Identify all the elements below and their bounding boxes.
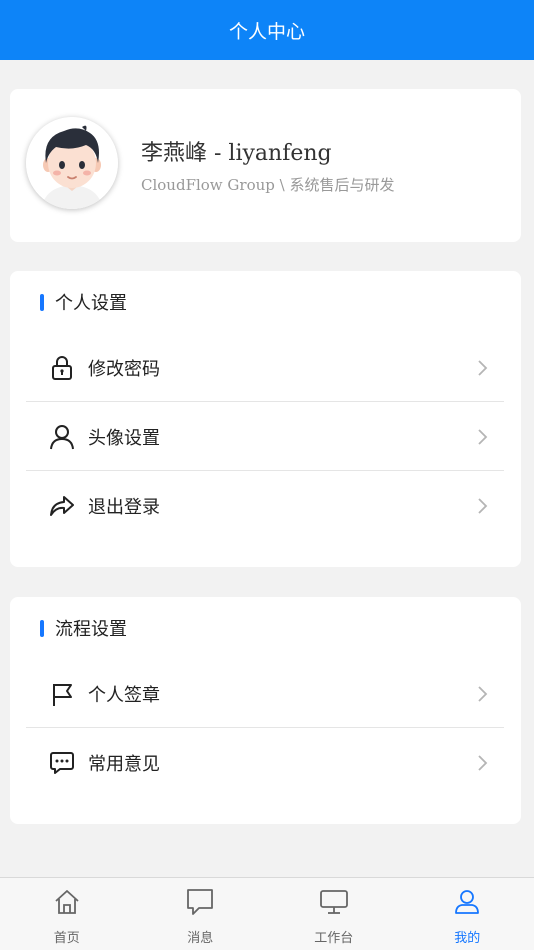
process-settings-card: 流程设置 个人签章 常用意见 <box>10 597 521 824</box>
share-forward-icon <box>48 492 76 520</box>
menu-item-change-password[interactable]: 修改密码 <box>26 334 504 402</box>
profile-card[interactable]: 李燕峰 - liyanfeng CloudFlow Group \ 系统售后与研… <box>10 89 521 242</box>
page-header: 个人中心 <box>0 0 534 60</box>
user-name: 李燕峰 - liyanfeng <box>141 141 332 166</box>
tab-messages[interactable]: 消息 <box>134 878 268 950</box>
tab-home[interactable]: 首页 <box>0 878 134 950</box>
chevron-right-icon <box>478 359 488 376</box>
bottom-tab-bar: 首页 消息 工作台 我的 <box>0 877 534 950</box>
user-organization: CloudFlow Group \ 系统售后与研发 <box>141 176 395 194</box>
chevron-right-icon <box>478 428 488 445</box>
menu-item-avatar-settings[interactable]: 头像设置 <box>26 403 504 471</box>
chevron-right-icon <box>478 755 488 771</box>
section-accent-bar <box>40 293 44 311</box>
flag-icon <box>48 680 76 708</box>
avatar[interactable] <box>26 117 118 209</box>
section-title-personal-settings: 个人设置 <box>40 291 127 314</box>
section-title-text: 个人设置 <box>55 293 127 314</box>
person-icon <box>451 886 483 918</box>
tab-workbench[interactable]: 工作台 <box>267 878 401 950</box>
message-icon <box>184 886 216 918</box>
lock-icon <box>48 354 76 382</box>
chevron-right-icon <box>478 498 488 514</box>
tab-mine[interactable]: 我的 <box>401 878 534 950</box>
menu-item-logout[interactable]: 退出登录 <box>26 472 504 540</box>
menu-item-label: 常用意见 <box>88 754 160 775</box>
menu-item-label: 个人签章 <box>88 684 160 706</box>
comment-dots-icon <box>48 749 76 777</box>
avatar-illustration <box>26 117 118 209</box>
tab-label: 我的 <box>454 931 481 946</box>
tab-label: 首页 <box>53 931 80 946</box>
monitor-icon <box>318 886 350 918</box>
home-icon <box>51 886 83 918</box>
menu-item-label: 头像设置 <box>88 427 160 449</box>
menu-item-label: 退出登录 <box>88 497 160 518</box>
section-title-process-settings: 流程设置 <box>40 617 127 640</box>
tab-label: 消息 <box>187 931 214 946</box>
section-accent-bar <box>40 619 44 637</box>
section-title-text: 流程设置 <box>55 619 127 640</box>
personal-settings-card: 个人设置 修改密码 头像设置 退出登录 <box>10 271 521 567</box>
tab-label: 工作台 <box>314 931 354 946</box>
menu-item-label: 修改密码 <box>88 358 160 380</box>
chevron-right-icon <box>478 685 488 702</box>
page-title: 个人中心 <box>228 20 305 43</box>
menu-item-personal-signature[interactable]: 个人签章 <box>26 660 504 728</box>
menu-item-common-comments[interactable]: 常用意见 <box>26 729 504 797</box>
user-icon <box>48 423 76 451</box>
